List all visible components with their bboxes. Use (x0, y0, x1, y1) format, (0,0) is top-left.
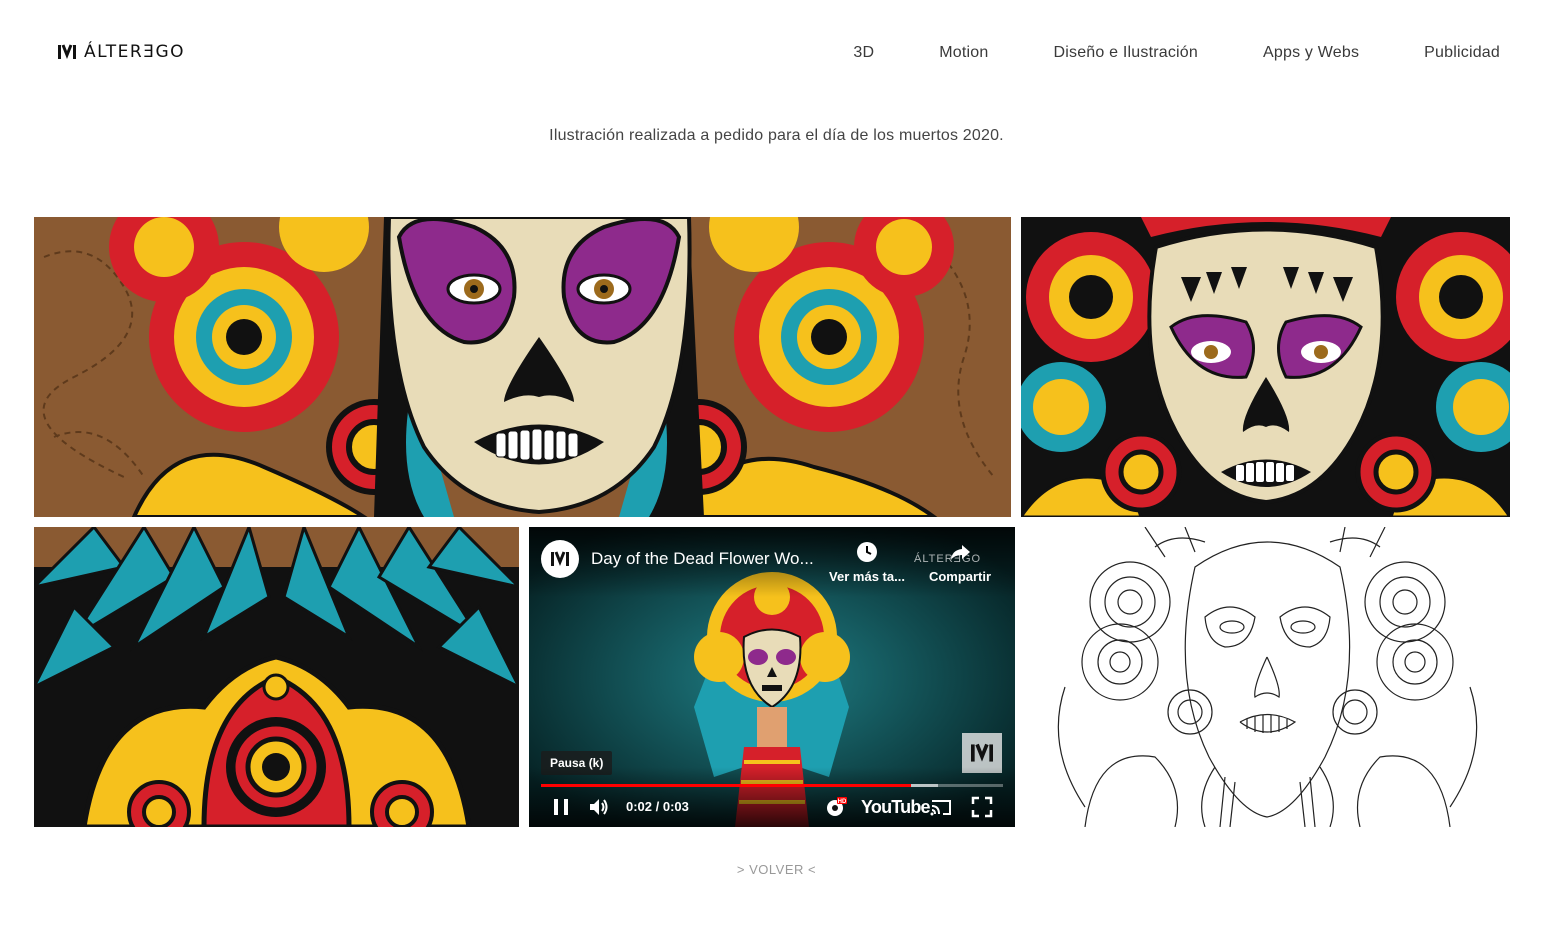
hd-badge: HD (838, 799, 847, 805)
share-button[interactable]: Compartir (920, 541, 1000, 584)
channel-logo-icon (551, 551, 569, 567)
brand-mark-icon (971, 743, 993, 762)
main-nav: 3D Motion Diseño e Ilustración Apps y We… (853, 44, 1500, 62)
volume-icon[interactable] (587, 795, 611, 819)
pause-icon[interactable] (549, 795, 573, 819)
gallery-image-lineart[interactable] (1025, 527, 1510, 827)
share-label: Compartir (928, 569, 992, 584)
nav-item-3d[interactable]: 3D (853, 44, 874, 62)
clock-icon (857, 542, 877, 562)
line-art-sketch-icon (1057, 527, 1478, 827)
cast-icon[interactable] (929, 795, 953, 819)
played-bar (541, 784, 911, 787)
share-arrow-icon (951, 545, 970, 560)
gallery-image-headdress[interactable] (34, 527, 519, 827)
nav-item-diseno[interactable]: Diseño e Ilustración (1053, 44, 1198, 62)
logo-mark-icon (58, 44, 76, 60)
brand-logo[interactable]: ÁLTERƎGO (58, 42, 185, 62)
youtube-logo[interactable]: YouTube (861, 797, 931, 818)
nav-item-motion[interactable]: Motion (939, 44, 988, 62)
channel-avatar[interactable] (541, 540, 579, 578)
gallery-image-wide[interactable] (34, 217, 1011, 517)
headdress-detail-illustration-icon (34, 527, 519, 827)
brand-name: ÁLTERƎGO (84, 42, 185, 62)
progress-bar[interactable] (541, 784, 1003, 787)
back-link[interactable]: > VOLVER < (0, 862, 1553, 877)
video-time: 0:02 / 0:03 (626, 799, 689, 814)
project-description: Ilustración realizada a pedido para el d… (549, 127, 1004, 144)
catrina-face-crop-illustration-icon (1021, 217, 1510, 517)
video-player[interactable]: Day of the Dead Flower Wo... ÁLTERƎGO Ve… (529, 527, 1015, 827)
watch-later-button[interactable]: Ver más ta... (827, 541, 907, 584)
nav-item-apps[interactable]: Apps y Webs (1263, 44, 1359, 62)
watch-later-label: Ver más ta... (829, 569, 905, 584)
video-title[interactable]: Day of the Dead Flower Wo... (591, 549, 814, 569)
catrina-wide-illustration-icon (34, 217, 1011, 517)
nav-item-publicidad[interactable]: Publicidad (1424, 44, 1500, 62)
settings-gear-icon[interactable]: HD (823, 795, 847, 819)
gallery-image-face[interactable] (1021, 217, 1510, 517)
fullscreen-icon[interactable] (970, 795, 994, 819)
